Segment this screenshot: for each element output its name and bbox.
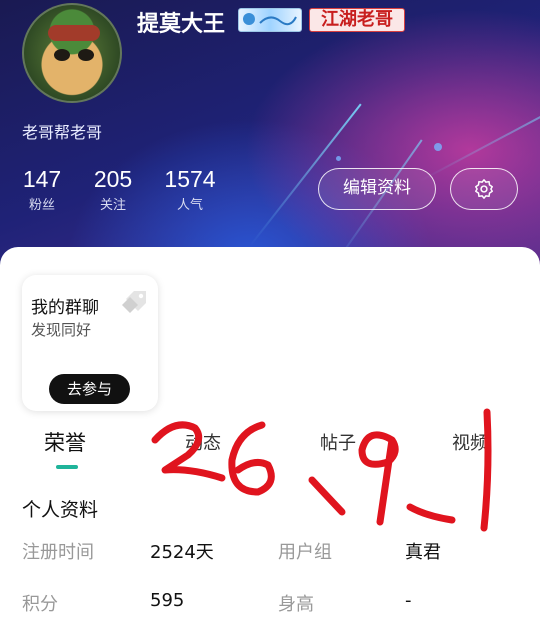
decorative-dot xyxy=(434,143,442,151)
info-value: 595 xyxy=(150,590,185,611)
tab-active-indicator xyxy=(56,465,78,469)
join-group-button[interactable]: 去参与 xyxy=(49,374,130,404)
tag-icon xyxy=(122,291,146,313)
avatar-eye xyxy=(54,49,70,61)
decorative-dot xyxy=(336,156,341,161)
avatar-eye xyxy=(78,49,94,61)
level-badge[interactable] xyxy=(238,8,302,32)
info-value: 2524天 xyxy=(150,542,214,563)
tab-bar: 荣誉 动态 帖子 视频 xyxy=(0,425,540,465)
stat-fans[interactable]: 147 粉丝 xyxy=(22,166,62,213)
info-label: 注册时间 xyxy=(22,542,94,563)
info-label: 积分 xyxy=(22,594,58,615)
info-value: 真君 xyxy=(405,542,441,563)
stat-value: 205 xyxy=(93,166,133,192)
stat-popularity[interactable]: 1574 人气 xyxy=(163,166,217,213)
stat-following[interactable]: 205 关注 xyxy=(90,166,136,213)
badge-logo-icon xyxy=(243,13,297,26)
info-label: 用户组 xyxy=(278,542,332,563)
gear-icon xyxy=(475,179,493,199)
bio-text: 老哥帮老哥 xyxy=(22,123,103,142)
profile-section-title: 个人资料 xyxy=(22,499,99,521)
stat-value: 147 xyxy=(22,166,62,192)
title-badge[interactable]: 江湖老哥 xyxy=(309,8,405,32)
stat-label: 人气 xyxy=(176,198,203,213)
group-chat-subtitle: 发现同好 xyxy=(31,321,92,339)
group-chat-title: 我的群聊 xyxy=(31,298,99,318)
avatar[interactable] xyxy=(22,3,122,103)
tab-activity[interactable]: 动态 xyxy=(185,429,221,455)
avatar-goggle xyxy=(48,25,100,41)
info-value: - xyxy=(405,590,412,611)
stat-label: 关注 xyxy=(99,198,126,213)
group-chat-card[interactable]: 我的群聊 发现同好 去参与 xyxy=(22,275,158,411)
tab-videos[interactable]: 视频 xyxy=(452,429,488,455)
username: 提莫大王 xyxy=(137,12,226,37)
edit-profile-button[interactable]: 编辑资料 xyxy=(318,168,436,210)
info-label: 身高 xyxy=(278,594,314,615)
tab-honor[interactable]: 荣誉 xyxy=(44,427,86,457)
settings-button[interactable] xyxy=(450,168,518,210)
tab-posts[interactable]: 帖子 xyxy=(320,429,356,455)
stat-label: 粉丝 xyxy=(28,198,55,213)
stat-value: 1574 xyxy=(164,166,216,192)
